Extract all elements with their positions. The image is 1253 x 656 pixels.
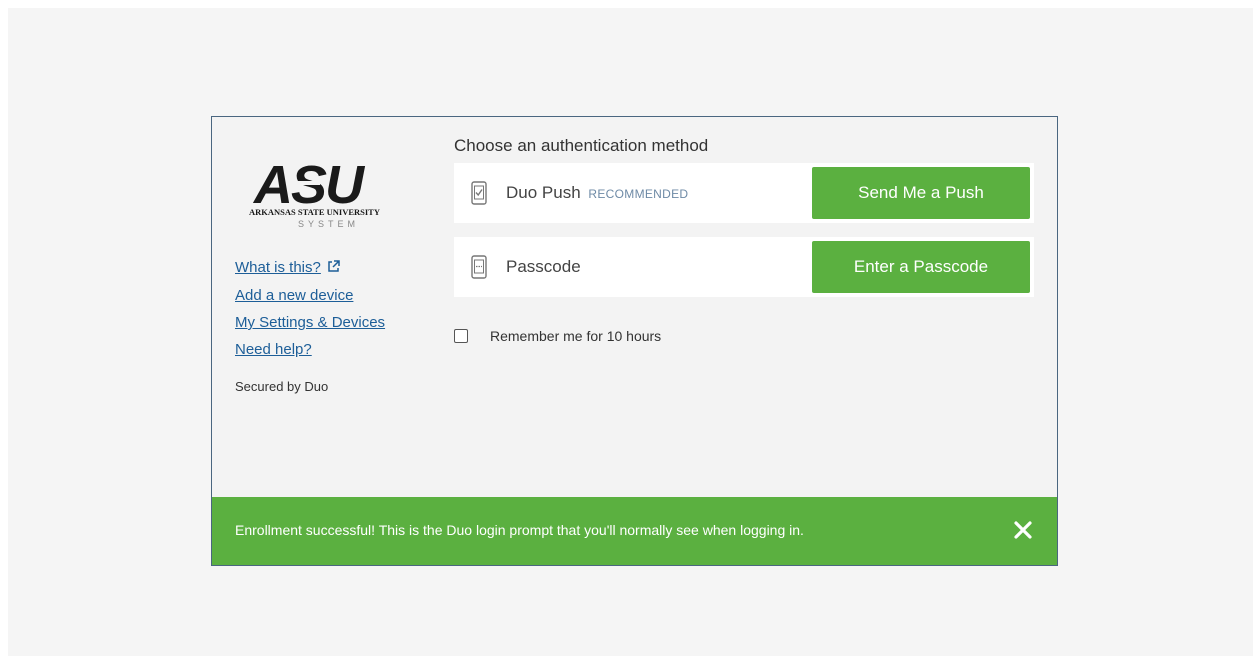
asu-system-logo: ASU ARKANSAS STATE UNIVERSITY SYSTEM [248, 151, 398, 231]
secured-by-text: Secured by Duo [235, 379, 329, 394]
duo-push-text: Duo Push [506, 183, 581, 202]
add-new-device-link[interactable]: Add a new device [235, 282, 385, 309]
sidebar-links: What is this? Add a new device My Settin… [235, 254, 385, 363]
remember-me-row: Remember me for 10 hours [454, 328, 661, 344]
recommended-badge: RECOMMENDED [588, 187, 689, 201]
send-push-button[interactable]: Send Me a Push [812, 167, 1030, 219]
svg-text:ARKANSAS STATE UNIVERSITY: ARKANSAS STATE UNIVERSITY [249, 207, 380, 217]
enter-passcode-button[interactable]: Enter a Passcode [812, 241, 1030, 293]
svg-text:SYSTEM: SYSTEM [298, 219, 359, 229]
phone-keypad-icon [471, 255, 487, 284]
duo-prompt-frame: ASU ARKANSAS STATE UNIVERSITY SYSTEM Wha… [211, 116, 1058, 566]
what-is-this-label: What is this? [235, 259, 321, 276]
close-icon[interactable] [1013, 520, 1033, 540]
need-help-link[interactable]: Need help? [235, 336, 385, 363]
duo-push-label: Duo Push RECOMMENDED [506, 183, 688, 203]
external-link-icon [327, 255, 340, 282]
method-row-passcode: Passcode Enter a Passcode [454, 237, 1034, 297]
passcode-label: Passcode [506, 257, 581, 276]
method-row-duo-push: Duo Push RECOMMENDED Send Me a Push [454, 163, 1034, 223]
banner-message: Enrollment successful! This is the Duo l… [235, 522, 804, 538]
remember-me-label: Remember me for 10 hours [490, 328, 662, 344]
auth-heading: Choose an authentication method [454, 136, 709, 155]
phone-check-icon [471, 181, 487, 210]
settings-devices-link[interactable]: My Settings & Devices [235, 309, 385, 336]
enrollment-success-banner: Enrollment successful! This is the Duo l… [212, 497, 1057, 565]
what-is-this-link[interactable]: What is this? [235, 254, 385, 282]
remember-me-checkbox[interactable] [454, 329, 468, 343]
